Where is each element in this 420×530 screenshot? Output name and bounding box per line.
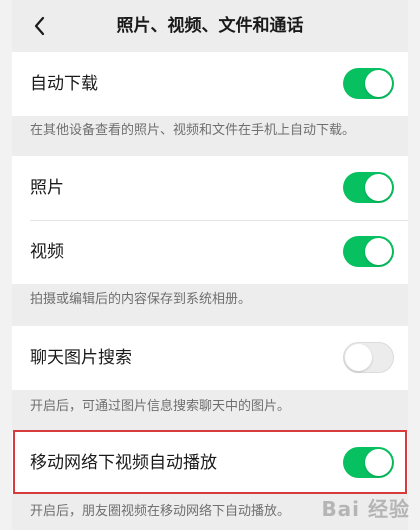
videos-row[interactable]: 视频 (12, 220, 408, 284)
right-edge (408, 0, 420, 530)
chat-image-search-note: 开启后，可通过图片信息搜索聊天中的图片。 (30, 399, 291, 414)
toggle-knob (365, 238, 392, 265)
mobile-autoplay-label: 移动网络下视频自动播放 (30, 453, 217, 473)
auto-download-group: 自动下载 (12, 52, 408, 116)
mobile-autoplay-toggle[interactable] (343, 447, 394, 478)
videos-label: 视频 (30, 242, 64, 262)
chat-image-search-toggle[interactable] (343, 342, 394, 373)
toggle-knob (365, 70, 392, 97)
photos-row[interactable]: 照片 (12, 156, 408, 220)
left-edge (0, 0, 12, 530)
mobile-autoplay-group: 移动网络下视频自动播放 (12, 432, 408, 494)
videos-toggle[interactable] (343, 236, 394, 267)
toggle-knob (345, 344, 372, 371)
auto-download-label: 自动下载 (30, 74, 98, 94)
toggle-knob (365, 449, 392, 476)
auto-download-row[interactable]: 自动下载 (12, 52, 408, 116)
photos-toggle[interactable] (343, 172, 394, 203)
toggle-knob (365, 174, 392, 201)
mobile-autoplay-row[interactable]: 移动网络下视频自动播放 (12, 432, 408, 494)
chat-image-search-row[interactable]: 聊天图片搜索 (12, 326, 408, 390)
settings-screen: 照片、视频、文件和通话 自动下载 在其他设备查看的照片、视频和文件在手机上自动下… (0, 0, 420, 530)
chat-image-search-label: 聊天图片搜索 (30, 348, 132, 368)
photos-label: 照片 (30, 178, 64, 198)
chat-image-search-group: 聊天图片搜索 (12, 326, 408, 390)
media-group: 照片 视频 (12, 156, 408, 284)
top-navigation: 照片、视频、文件和通话 (12, 0, 408, 52)
media-note: 拍摄或编辑后的内容保存到系统相册。 (30, 292, 252, 307)
page-title: 照片、视频、文件和通话 (116, 16, 304, 36)
watermark: Bai 经验 (321, 497, 410, 521)
auto-download-toggle[interactable] (343, 68, 394, 99)
auto-download-note: 在其他设备查看的照片、视频和文件在手机上自动下载。 (30, 123, 356, 138)
